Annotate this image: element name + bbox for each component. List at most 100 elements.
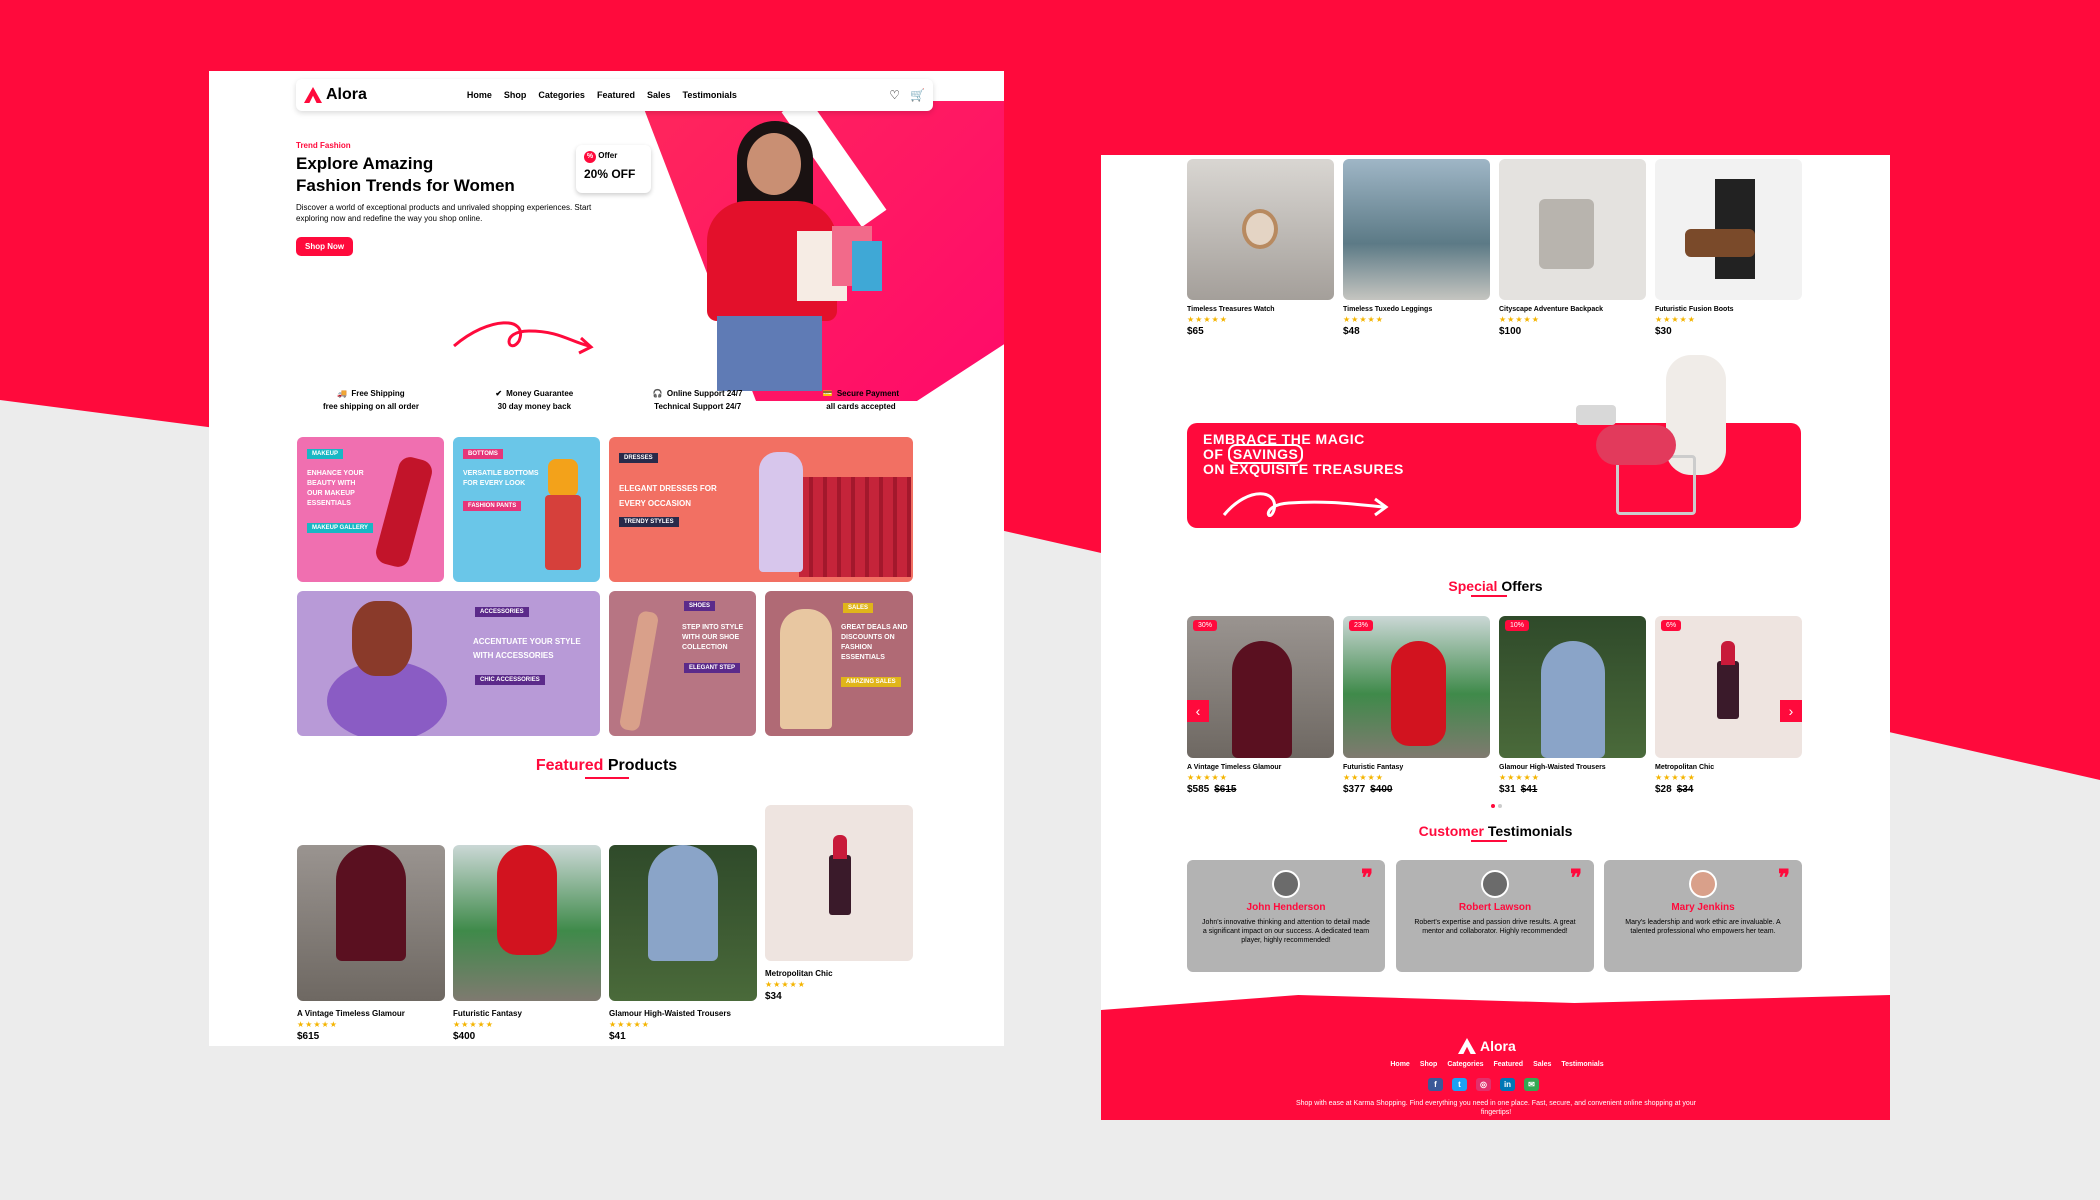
category-sales[interactable]: SALES GREAT DEALS AND DISCOUNTS ON FASHI… [765,591,913,736]
footer-note: Shop with ease at Karma Shopping. Find e… [1295,1100,1697,1116]
product-image [1499,159,1646,300]
shop-now-button[interactable]: Shop Now [296,237,354,256]
footer-link-shop[interactable]: Shop [1420,1061,1438,1068]
logo-icon [1458,1038,1476,1054]
social-links: f t ◎ in ✉ [1428,1078,1539,1091]
product-image [297,845,445,1001]
product-image [453,845,601,1001]
decorative-arrow-icon [453,321,594,355]
feature-secure-payment: 💳 Secure Payment all cards accepted [822,389,900,411]
quote-icon: ❞ [1778,865,1790,890]
product-card[interactable]: Cityscape Adventure Backpack ★★★★★ $100 [1499,159,1646,337]
logo-icon [304,87,322,103]
nav-featured[interactable]: Featured [597,90,635,100]
testimonials-title: Customer Testimonials [1418,823,1573,839]
heart-icon[interactable]: ♡ [889,88,900,102]
model-image [545,495,581,570]
headset-icon: 🎧 [652,389,663,398]
product-card[interactable]: Futuristic Fusion Boots ★★★★★ $30 [1655,159,1802,337]
model-image [352,601,412,676]
hero-model-image [647,121,887,391]
navbar: Alora Home Shop Categories Featured Sale… [296,79,933,111]
offer-label: Offer [598,151,618,160]
carousel-prev-arrow-icon[interactable]: ‹ [1187,700,1209,722]
hero-description: Discover a world of exceptional products… [296,203,592,223]
footer-link-home[interactable]: Home [1390,1061,1409,1068]
avatar [1272,870,1300,898]
homepage-bottom-preview: Timeless Treasures Watch ★★★★★ $65 Timeles… [1101,155,1890,1120]
special-offer-card[interactable]: 30% A Vintage Timeless Glamour ★★★★★ $585 $… [1187,616,1334,795]
testimonial-card: ❞ Mary Jenkins Mary's leadership and work … [1604,860,1802,972]
footer-link-featured[interactable]: Featured [1494,1061,1524,1068]
brand-logo[interactable]: Alora [304,86,367,104]
hero-text: Trend Fashion Explore Amazing Fashion Tre… [296,141,596,256]
brand-name: Alora [326,86,367,103]
facebook-icon[interactable]: f [1428,1078,1443,1091]
featured-product[interactable]: Glamour High-Waisted Trousers ★★★★★ $41 [609,805,757,1042]
avatar [1481,870,1509,898]
product-card[interactable]: Timeless Tuxedo Leggings ★★★★★ $48 [1343,159,1490,337]
avatar [1689,870,1717,898]
carousel-next-arrow-icon[interactable]: › [1780,700,1802,722]
feature-money-guarantee: ✔ Money Guarantee 30 day money back [495,389,574,411]
model-image [780,609,832,729]
footer-link-testimonials[interactable]: Testimonials [1561,1061,1603,1068]
testimonial-card: ❞ John Henderson John's innovative thinkin… [1187,860,1385,972]
badge-check-icon: ✔ [495,389,503,398]
decorative-arrow-icon [1222,492,1389,517]
product-image [609,845,757,1001]
testimonial-card: ❞ Robert Lawson Robert's expertise and pas… [1396,860,1594,972]
cart-icon[interactable]: 🛒 [910,88,925,102]
nav-home[interactable]: Home [467,90,492,100]
nav-shop[interactable]: Shop [504,90,527,100]
featured-product[interactable]: Metropolitan Chic ★★★★★ $34 [765,805,913,1002]
featured-product[interactable]: Futuristic Fantasy ★★★★★ $400 [453,805,601,1042]
footer-link-categories[interactable]: Categories [1447,1061,1483,1068]
special-offer-card[interactable]: 10% Glamour High-Waisted Trousers ★★★★★ $3… [1499,616,1646,795]
homepage-top-preview: Alora Home Shop Categories Featured Sale… [209,71,1004,1046]
dress-rack-image [799,477,911,577]
nav-categories[interactable]: Categories [538,90,585,100]
linkedin-icon[interactable]: in [1500,1078,1515,1091]
nav-menu: Home Shop Categories Featured Sales Test… [467,90,737,100]
product-image: 30% [1187,616,1334,758]
card-icon: 💳 [822,389,833,398]
category-dresses[interactable]: DRESSES ELEGANT DRESSES FOR EVERY OCCASI… [609,437,913,582]
featured-product[interactable]: A Vintage Timeless Glamour ★★★★★ $615 [297,805,445,1042]
product-image [1187,159,1334,300]
footer-menu: Home Shop Categories Featured Sales Test… [1347,1061,1647,1068]
features-bar: 🚚 Free Shipping free shipping on all order… [296,389,936,411]
feature-online-support: 🎧 Online Support 24/7 Technical Support 24… [652,389,743,411]
percent-icon: % [584,151,596,163]
truck-icon: 🚚 [337,389,348,398]
hero-title: Explore Amazing Fashion Trends for Women [296,154,515,195]
category-shoes[interactable]: SHOES STEP INTO STYLE WITH OUR SHOE COLL… [609,591,756,736]
nav-testimonials[interactable]: Testimonials [683,90,737,100]
product-image: 6% [1655,616,1802,758]
feature-free-shipping: 🚚 Free Shipping free shipping on all order [322,389,419,411]
product-image: 23% [1343,616,1490,758]
special-offer-card[interactable]: 23% Futuristic Fantasy ★★★★★ $377 $400 [1343,616,1490,795]
banner-text: EMBRACE THE MAGIC OF SAVINGS ON EXQUISIT… [1203,431,1404,477]
offer-badge: % Offer 20% OFF [576,145,651,193]
instagram-icon[interactable]: ◎ [1476,1078,1491,1091]
special-offers-title: Special Offers [1448,578,1543,594]
quote-icon: ❞ [1361,865,1373,890]
product-card[interactable]: Timeless Treasures Watch ★★★★★ $65 [1187,159,1334,337]
shoe-image [618,610,660,732]
category-accessories[interactable]: ACCESSORIES ACCENTUATE YOUR STYLE WITH A… [297,591,600,736]
carousel-dots[interactable] [1491,804,1502,808]
makeup-brush-image [373,454,435,570]
category-bottoms[interactable]: BOTTOMS VERSATILE BOTTOMS FOR EVERY LOOK… [453,437,600,582]
footer-link-sales[interactable]: Sales [1533,1061,1551,1068]
featured-title: Featured Products [535,757,678,774]
offer-value: 20% OFF [584,167,636,181]
nav-sales[interactable]: Sales [647,90,671,100]
product-image [1343,159,1490,300]
quote-icon: ❞ [1570,865,1582,890]
hero-tag: Trend Fashion [296,141,351,150]
footer-logo[interactable]: Alora [1458,1038,1516,1054]
category-makeup[interactable]: MAKEUP ENHANCE YOUR BEAUTY WITH OUR MAKE… [297,437,444,582]
mail-icon[interactable]: ✉ [1524,1078,1539,1091]
twitter-icon[interactable]: t [1452,1078,1467,1091]
